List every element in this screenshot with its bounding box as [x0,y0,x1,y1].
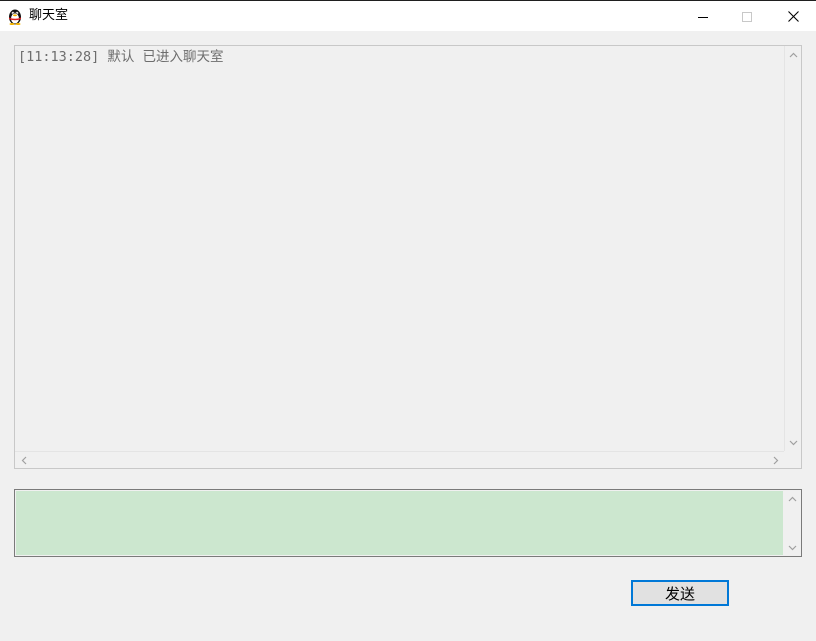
chat-window: 聊天室 [11:13:28] 默认 已进入聊天室 发送 [0,0,816,641]
chat-log-vertical-scrollbar[interactable] [784,46,801,451]
scroll-up-arrow-icon[interactable] [784,490,801,507]
maximize-icon [742,7,752,26]
send-button[interactable]: 发送 [631,580,729,606]
scroll-down-arrow-icon[interactable] [784,539,801,556]
window-title: 聊天室 [29,8,69,23]
scroll-left-arrow-icon[interactable] [15,452,32,469]
chat-log-horizontal-scrollbar[interactable] [15,451,784,468]
close-icon [787,7,799,26]
scroll-up-arrow-icon[interactable] [785,46,802,63]
scrollbar-corner [784,451,801,468]
scroll-right-arrow-icon[interactable] [767,452,784,469]
close-button[interactable] [770,1,816,31]
title-bar[interactable]: 聊天室 [0,0,816,31]
maximize-button[interactable] [724,1,770,31]
message-input[interactable] [16,491,783,555]
chat-log-line: [11:13:28] 默认 已进入聊天室 [18,49,224,65]
minimize-button[interactable] [680,1,726,31]
scroll-down-arrow-icon[interactable] [785,434,802,451]
message-input-box[interactable] [14,489,802,557]
qq-penguin-icon [7,7,23,25]
minimize-icon [698,7,708,26]
chat-log[interactable]: [11:13:28] 默认 已进入聊天室 [14,45,802,469]
message-input-vertical-scrollbar[interactable] [784,490,801,556]
